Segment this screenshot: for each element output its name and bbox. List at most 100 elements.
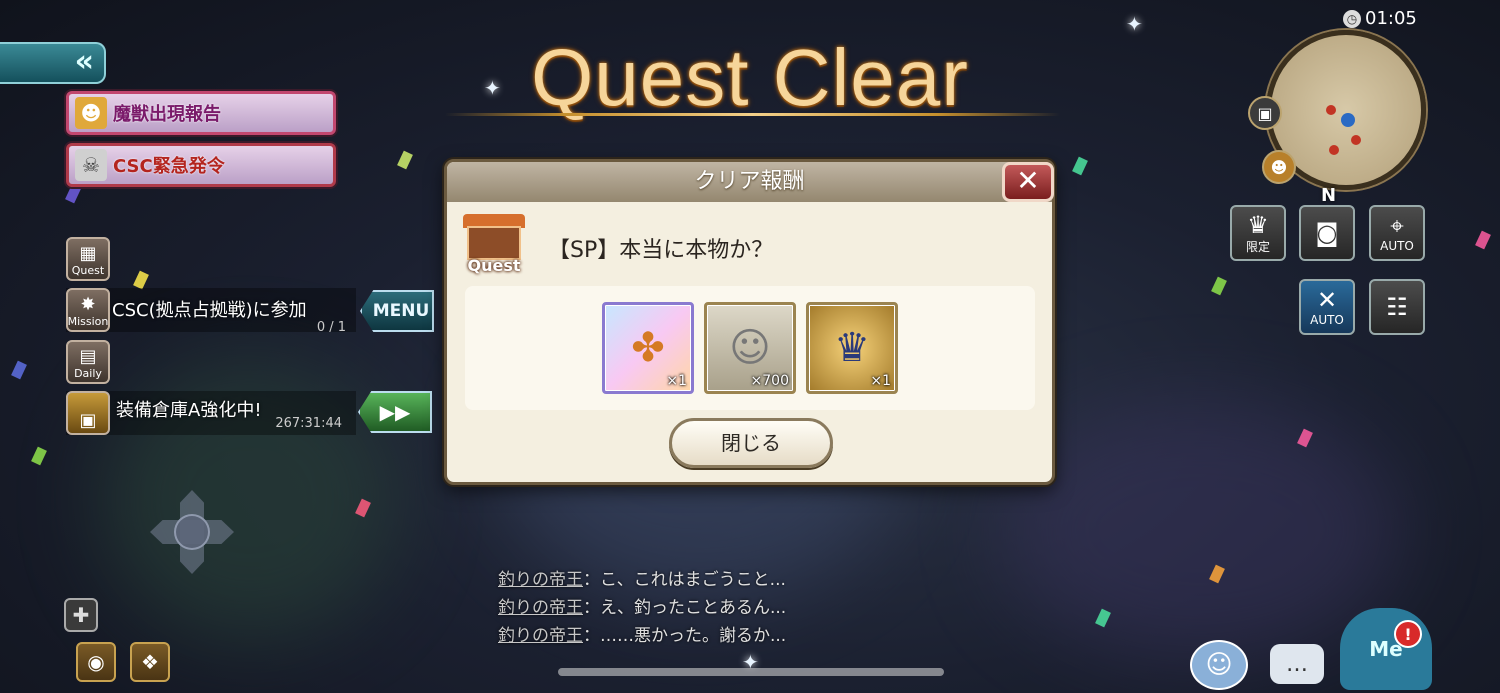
auto-target-icon: ⌖	[1390, 212, 1404, 240]
smile-icon: ☺	[1205, 650, 1233, 680]
timer-value: 01:05	[1365, 8, 1417, 29]
gift-box-icon[interactable]: ❖	[130, 642, 170, 682]
add-button[interactable]: ✚	[64, 598, 98, 632]
fast-forward-button[interactable]: ▶▶	[358, 391, 432, 433]
camera-icon: ◙	[1315, 219, 1339, 247]
dpad-center	[174, 514, 210, 550]
mission-text: CSC(拠点占拠戦)に参加	[112, 300, 307, 321]
chat-speaker[interactable]: 釣りの帝王	[498, 626, 583, 646]
shop-icon: ▦	[79, 243, 97, 264]
limited-label: 限定	[1245, 239, 1270, 254]
alert-icon: !	[1394, 620, 1422, 648]
reward-dialog: クリア報酬 ✕ Quest 【SP】本当に本物か？ ✤ ×1 ☺ ×700 ♛ …	[444, 159, 1055, 485]
chat-text: ：……悪かった。謝るか...	[583, 626, 787, 646]
monster-report-banner[interactable]: ☻ 魔獣出現報告	[66, 91, 336, 135]
chat-line: 釣りの帝王：こ、これはまごうこと...	[498, 566, 786, 594]
map-marker	[1351, 135, 1361, 145]
reward-item[interactable]: ✤ ×1	[602, 302, 694, 394]
confetti	[31, 446, 47, 466]
me-button[interactable]: Me	[1340, 608, 1432, 690]
quest-badge-label: Quest	[467, 256, 521, 275]
back-button[interactable]: «	[0, 42, 106, 84]
reward-qty: ×1	[870, 373, 891, 389]
fire-icon: ✸	[80, 294, 96, 315]
mission-progress: 0 / 1	[316, 320, 346, 335]
close-button[interactable]: 閉じる	[669, 418, 833, 468]
skull-crest-icon: ☠	[75, 149, 107, 181]
mascot-icon[interactable]: ☻	[1262, 150, 1296, 184]
banner-label: 魔獣出現報告	[113, 104, 221, 125]
map-layer-icon[interactable]: ▣	[1248, 96, 1282, 130]
warehouse-timer: 267:31:44	[275, 416, 342, 431]
chat-text: ：え、釣ったことあるん...	[583, 598, 787, 618]
quest-menu-label: Quest	[71, 264, 105, 277]
confetti	[1211, 276, 1227, 296]
emote-button[interactable]: ☺	[1190, 640, 1248, 690]
banner-label: CSC緊急発令	[113, 156, 225, 177]
auto-battle-button[interactable]: ✕ AUTO	[1299, 279, 1355, 335]
clock-icon: ◷	[1343, 9, 1361, 28]
confetti	[1072, 156, 1088, 176]
emblem-icon: ♛	[834, 325, 870, 371]
chat-line: 釣りの帝王：え、釣ったことあるん...	[498, 594, 786, 622]
reward-qty: ×1	[666, 373, 687, 389]
chat-button[interactable]: …	[1270, 644, 1324, 684]
csc-emergency-banner[interactable]: ☠ CSC緊急発令	[66, 143, 336, 187]
title-underline	[445, 113, 1060, 116]
chat-bubble-icon: …	[1286, 651, 1308, 677]
limited-button[interactable]: ♛ 限定	[1230, 205, 1286, 261]
mission-row[interactable]: CSC(拠点占拠戦)に参加 0 / 1	[112, 296, 352, 336]
close-icon[interactable]: ✕	[1002, 162, 1054, 202]
map-marker	[1329, 145, 1339, 155]
reward-list: ✤ ×1 ☺ ×700 ♛ ×1	[465, 286, 1035, 410]
shop-body-icon	[467, 226, 521, 260]
hat-icon: ♛	[1247, 210, 1269, 239]
menu-button[interactable]: MENU	[360, 290, 434, 332]
chat-log: 釣りの帝王：こ、これはまごうこと... 釣りの帝王：え、釣ったことあるん... …	[498, 566, 786, 650]
auto-battle-icon: ✕	[1316, 286, 1338, 314]
confetti	[11, 360, 27, 380]
north-label: N	[1321, 185, 1337, 206]
party-icon: ☷	[1386, 293, 1408, 321]
quest-clear-title: Quest Clear	[531, 33, 969, 122]
reward-item[interactable]: ☺ ×700	[704, 302, 796, 394]
confetti	[397, 150, 413, 170]
quest-badge: Quest	[463, 214, 525, 276]
fox-mask-icon: ☻	[75, 97, 107, 129]
chat-line: 釣りの帝王：……悪かった。謝るか...	[498, 622, 786, 650]
camera-button[interactable]: ◙	[1299, 205, 1355, 261]
auto-target-label: AUTO	[1380, 239, 1414, 253]
timer: ◷ 01:05	[1343, 8, 1417, 29]
confetti	[133, 270, 149, 290]
quest-menu-button[interactable]: ▦ Quest	[66, 237, 110, 281]
auto-target-button[interactable]: ⌖ AUTO	[1369, 205, 1425, 261]
player-marker	[1341, 113, 1355, 127]
reward-item[interactable]: ♛ ×1	[806, 302, 898, 394]
party-button[interactable]: ☷	[1369, 279, 1425, 335]
character-silhouette-icon: ☺	[729, 325, 771, 371]
chat-speaker[interactable]: 釣りの帝王	[498, 598, 583, 618]
ball-icon[interactable]: ◉	[76, 642, 116, 682]
warehouse-text: 装備倉庫A強化中!	[116, 400, 262, 421]
background-glow	[1000, 400, 1400, 660]
mission-menu-label: Mission	[67, 315, 109, 328]
confetti	[1475, 230, 1491, 250]
spinner-icon: ✤	[631, 325, 665, 371]
calendar-icon: ▤	[79, 346, 97, 367]
reward-qty: ×700	[750, 373, 789, 389]
daily-menu-label: Daily	[74, 367, 102, 380]
dialog-header: クリア報酬	[447, 162, 1052, 202]
confetti	[65, 184, 81, 204]
map-marker	[1326, 105, 1336, 115]
warehouse-row[interactable]: 装備倉庫A強化中! 267:31:44	[116, 396, 346, 436]
warehouse-icon-button[interactable]: ▣	[66, 391, 110, 435]
mission-menu-button[interactable]: ✸ Mission	[66, 288, 110, 332]
home-indicator[interactable]	[558, 668, 944, 676]
auto-battle-label: AUTO	[1310, 313, 1344, 327]
dpad-control[interactable]	[150, 490, 234, 574]
chest-icon: ▣	[79, 410, 97, 431]
daily-menu-button[interactable]: ▤ Daily	[66, 340, 110, 384]
sparkle: ✦	[1126, 12, 1143, 36]
quest-name: 【SP】本当に本物か？	[548, 238, 774, 263]
chat-speaker[interactable]: 釣りの帝王	[498, 570, 583, 590]
